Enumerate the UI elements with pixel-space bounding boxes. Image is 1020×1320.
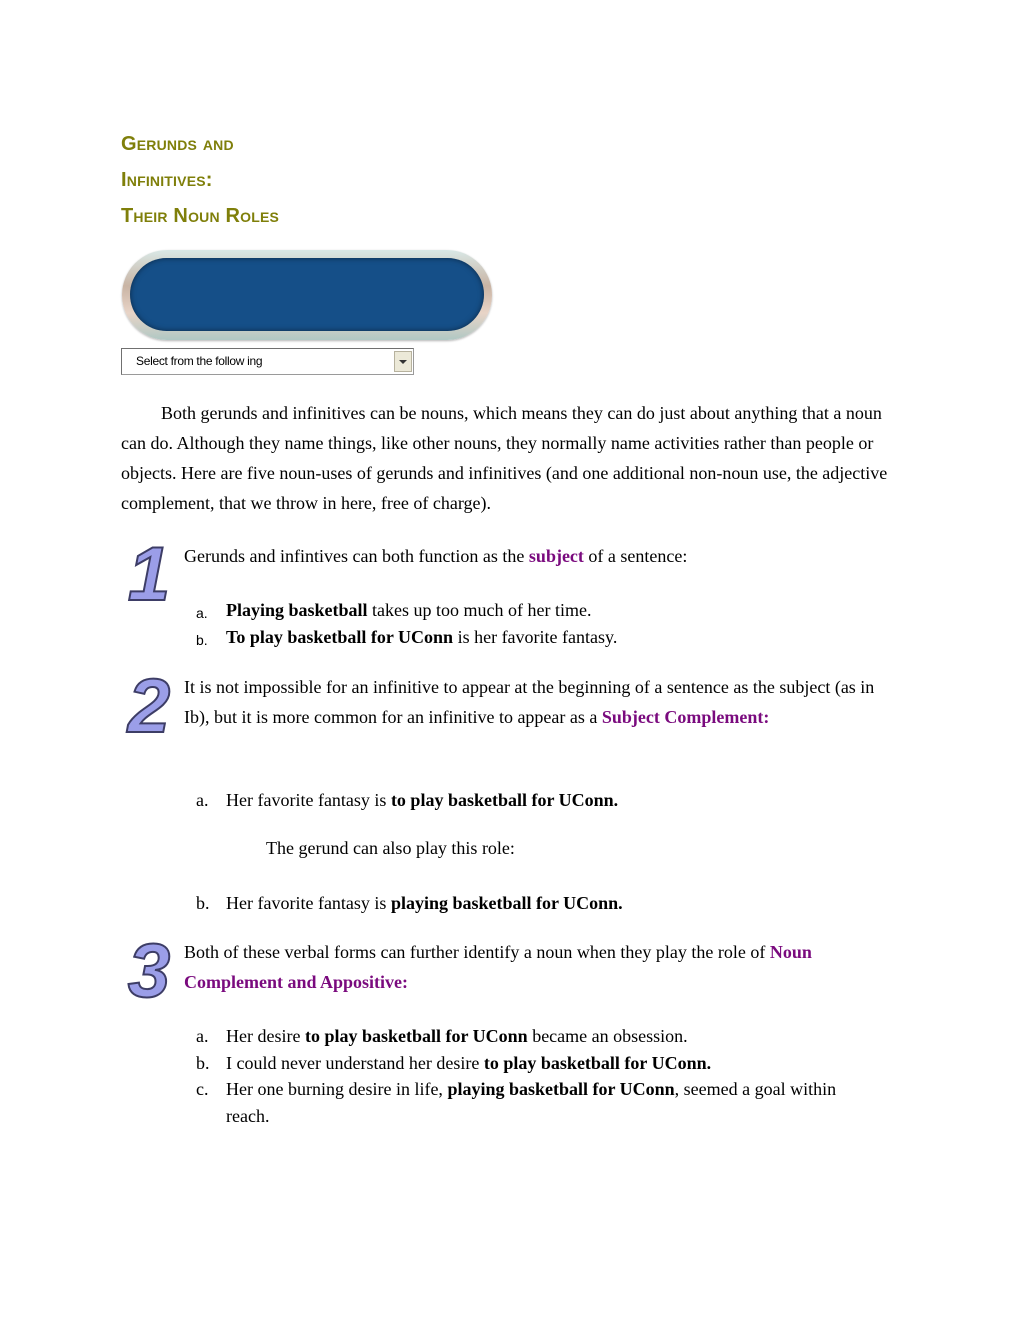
list-item: c. Her one burning desire in life, playin… <box>196 1079 837 1126</box>
numeral-2-icon: 2 <box>127 664 171 749</box>
nav-banner-button[interactable] <box>122 250 492 340</box>
section-2-note: The gerund can also play this role: <box>266 838 515 858</box>
section-2-text: It is not impossible for an infinitive t… <box>184 677 875 727</box>
banner-face <box>130 258 484 331</box>
numeral-3-icon: 3 <box>127 929 171 1014</box>
term-subject-complement: Subject Complement: <box>601 707 770 727</box>
section-2-example-a: a. Her favorite fantasy is to play basket… <box>196 788 618 812</box>
term-subject: subject <box>528 546 584 566</box>
title-line-1: Gerunds and <box>121 133 234 155</box>
list-item: b. I could never understand her desire to… <box>196 1052 712 1073</box>
topic-select[interactable]: Select from the follow ing <box>121 348 414 375</box>
list-item: a. Her desire to play basketball for UCon… <box>196 1026 688 1046</box>
list-item: b. Her favorite fantasy is playing basket… <box>196 893 623 913</box>
chevron-down-icon[interactable] <box>394 351 412 372</box>
list-item: a. Playing basketball takes up too much o… <box>196 600 592 621</box>
title-line-2: Infinitives: <box>121 169 213 191</box>
section-3-examples: a. Her desire to play basketball for UCon… <box>196 1023 856 1129</box>
section-1-examples: a. Playing basketball takes up too much o… <box>196 597 617 651</box>
title-line-3: Their Noun Roles <box>121 205 280 227</box>
intro-paragraph: Both gerunds and infinitives can be noun… <box>121 403 888 513</box>
list-item: b. To play basketball for UConn is her fa… <box>196 627 618 648</box>
list-item: a. Her favorite fantasy is to play basket… <box>196 790 619 810</box>
section-3-text: Both of these verbal forms can further i… <box>184 942 812 992</box>
numeral-1-icon: 1 <box>127 532 171 617</box>
section-2-example-b: b. Her favorite fantasy is playing basket… <box>196 891 623 915</box>
page-title: Gerunds and Infinitives: Their Noun Role… <box>121 126 279 234</box>
section-1-text: Gerunds and infintives can both function… <box>184 546 688 566</box>
select-value: Select from the follow ing <box>136 354 263 368</box>
